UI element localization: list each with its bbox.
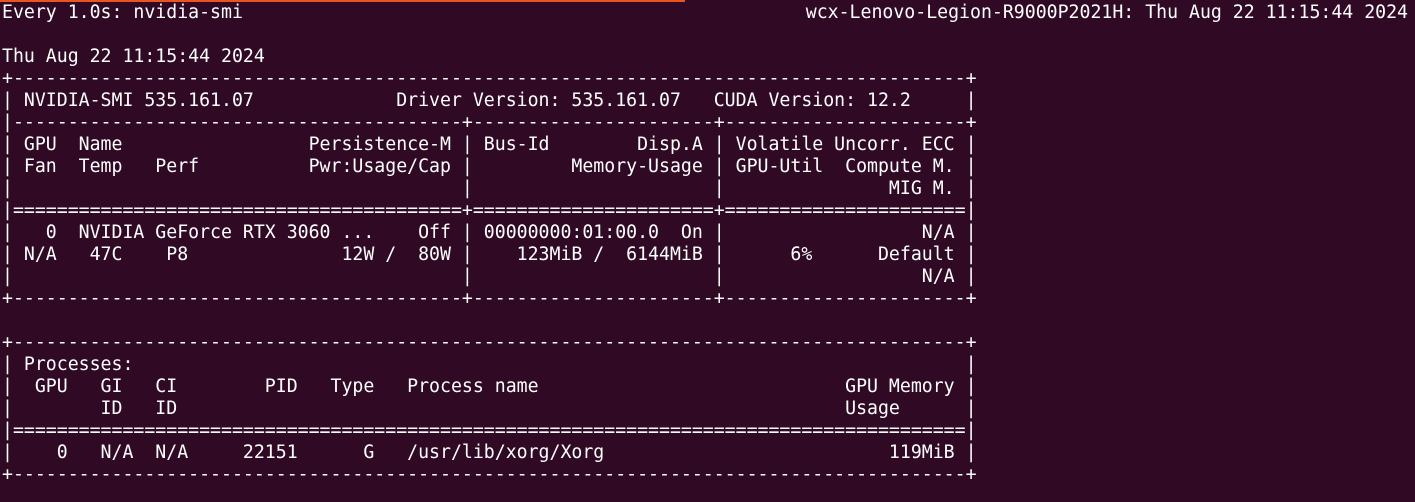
- nvidia-smi-version-row: | NVIDIA-SMI 535.161.07 Driver Version: …: [2, 90, 977, 111]
- process-row: | 0 N/A N/A 22151 G /usr/lib/xorg/Xorg 1…: [2, 442, 977, 463]
- processes-header-row-1: | GPU GI CI PID Type Process name GPU Me…: [2, 376, 977, 397]
- gpu-row-1: | 0 NVIDIA GeForce RTX 3060 ... Off | 00…: [2, 222, 977, 243]
- gpu-row-2: | N/A 47C P8 12W / 80W | 123MiB / 6144Mi…: [2, 244, 977, 265]
- gpu-header-row-2: | Fan Temp Perf Pwr:Usage/Cap | Memory-U…: [2, 156, 977, 177]
- processes-header-separator: |=======================================…: [2, 420, 977, 441]
- table-border-top: +---------------------------------------…: [2, 68, 977, 89]
- gpu-table-border-bottom: +---------------------------------------…: [2, 288, 977, 309]
- processes-border-bottom: +---------------------------------------…: [2, 464, 977, 485]
- processes-title-row: | Processes: |: [2, 354, 977, 375]
- gpu-header-row-1: | GPU Name Persistence-M | Bus-Id Disp.A…: [2, 134, 977, 155]
- gpu-row-3: | | | N/A |: [2, 266, 977, 287]
- host-time-header: wcx-Lenovo-Legion-R9000P2021H: Thu Aug 2…: [805, 2, 1408, 23]
- gpu-header-separator: |=======================================…: [2, 200, 977, 221]
- processes-border-top: +---------------------------------------…: [2, 332, 977, 353]
- processes-header-row-2: | ID ID Usage |: [2, 398, 977, 419]
- watch-command-header: Every 1.0s: nvidia-smi: [2, 2, 243, 23]
- terminal-output: Thu Aug 22 11:15:44 2024 +---------------…: [2, 46, 977, 486]
- terminal-line-date: Thu Aug 22 11:15:44 2024: [2, 46, 265, 67]
- gpu-header-row-3: | | | MIG M. |: [2, 178, 977, 199]
- table-divider: |---------------------------------------…: [2, 112, 977, 133]
